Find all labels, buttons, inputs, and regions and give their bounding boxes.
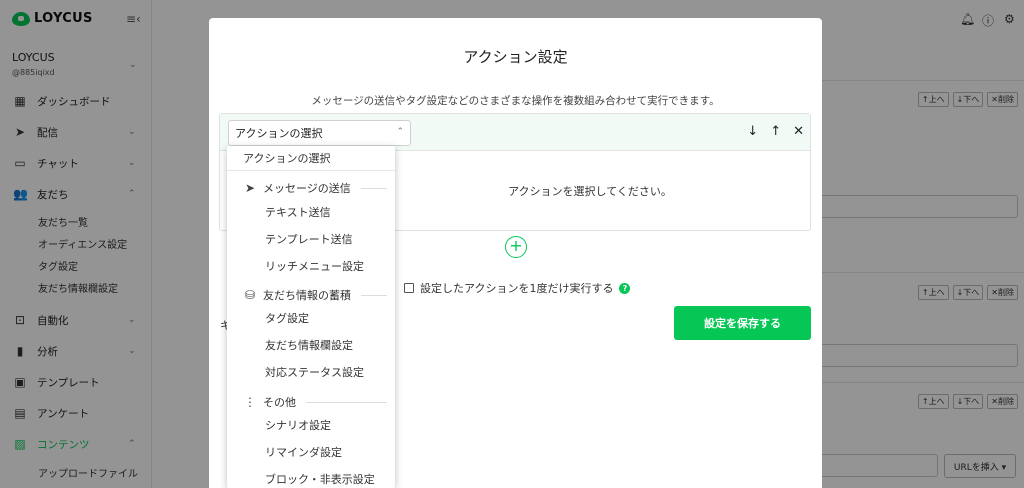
- dropdown-option-block-hide[interactable]: ブロック・非表示設定: [265, 471, 375, 487]
- divider: [361, 294, 387, 296]
- action-select[interactable]: アクションの選択 ⌃: [228, 120, 411, 146]
- modal-description: メッセージの送信やタグ設定などのさまざまな操作を複数組み合わせて実行できます。: [311, 95, 720, 107]
- plus-icon: +: [509, 236, 523, 255]
- dropdown-group-label: その他: [263, 396, 296, 409]
- run-once-option: 設定したアクションを1度だけ実行する ?: [404, 280, 631, 296]
- dropdown-group-label: 友だち情報の蓄積: [263, 289, 351, 302]
- action-select-dropdown: アクションの選択 ➤ メッセージの送信 テキスト送信 テンプレート送信 リッチメ…: [227, 146, 395, 488]
- run-once-label: 設定したアクションを1度だけ実行する: [420, 282, 614, 295]
- run-once-checkbox[interactable]: [404, 283, 414, 293]
- dropdown-option-friend-info[interactable]: 友だち情報欄設定: [265, 337, 353, 353]
- save-settings-button[interactable]: 設定を保存する: [674, 306, 811, 340]
- send-icon: ➤: [244, 181, 256, 195]
- dropdown-group-label: メッセージの送信: [263, 182, 351, 195]
- dropdown-option-template-send[interactable]: テンプレート送信: [265, 231, 353, 247]
- chevron-up-icon: ⌃: [396, 127, 404, 137]
- dropdown-group-message: ➤ メッセージの送信: [243, 180, 387, 196]
- database-icon: ⛁: [244, 288, 256, 302]
- divider: [306, 401, 387, 403]
- arrow-up-icon[interactable]: ↑: [770, 124, 781, 139]
- action-card-controls: ↓ ↑ ✕: [747, 124, 804, 139]
- dropdown-option-scenario[interactable]: シナリオ設定: [265, 417, 331, 433]
- dropdown-option-text-send[interactable]: テキスト送信: [265, 204, 331, 220]
- dropdown-option-tag-settings[interactable]: タグ設定: [265, 310, 309, 326]
- dropdown-group-friend-data: ⛁ 友だち情報の蓄積: [243, 287, 387, 303]
- dropdown-option-status[interactable]: 対応ステータス設定: [265, 364, 364, 380]
- dropdown-group-other: ⋮ その他: [243, 394, 387, 410]
- more-vertical-icon: ⋮: [244, 395, 256, 409]
- divider: [360, 187, 387, 189]
- help-icon[interactable]: ?: [619, 282, 631, 294]
- dropdown-option-placeholder[interactable]: アクションの選択: [243, 150, 330, 166]
- dropdown-option-reminder[interactable]: リマインダ設定: [265, 444, 342, 460]
- add-action-button[interactable]: +: [505, 236, 527, 258]
- empty-action-message: アクションを選択してください。: [508, 185, 672, 198]
- divider: [227, 170, 395, 171]
- action-select-value: アクションの選択: [235, 127, 323, 140]
- modal-title: アクション設定: [463, 48, 568, 66]
- close-icon[interactable]: ✕: [793, 124, 804, 139]
- dropdown-option-rich-menu[interactable]: リッチメニュー設定: [265, 258, 364, 274]
- arrow-down-icon[interactable]: ↓: [747, 124, 758, 139]
